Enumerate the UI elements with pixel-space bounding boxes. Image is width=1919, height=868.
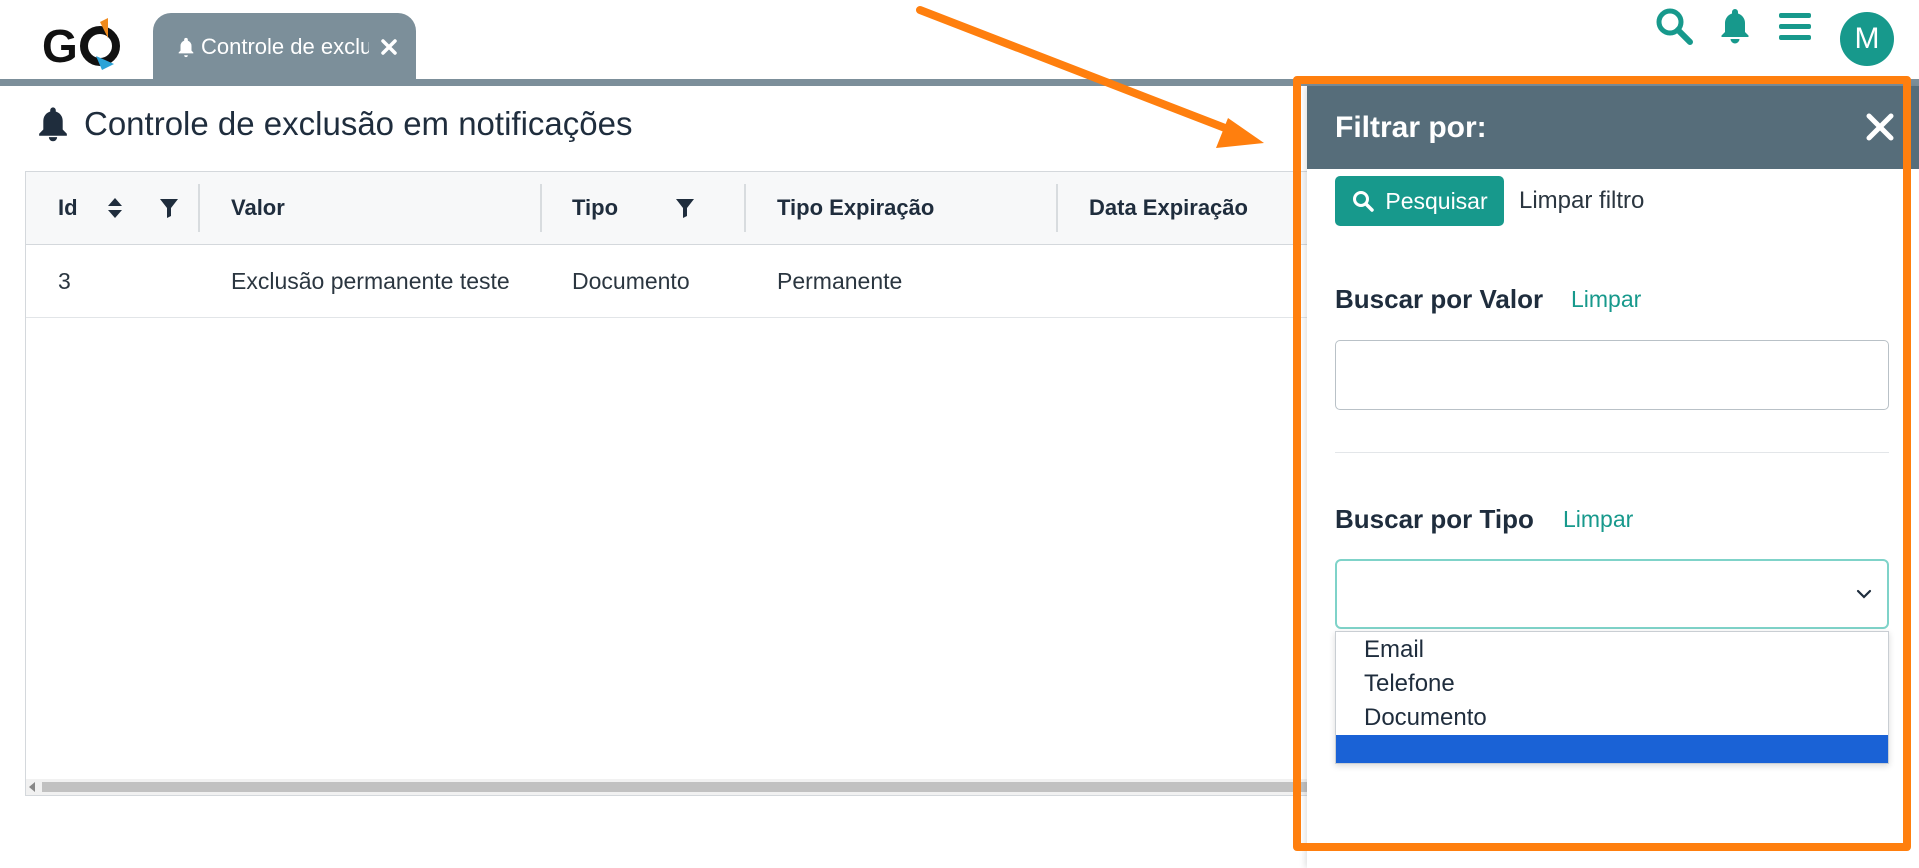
search-button[interactable]: Pesquisar	[1335, 176, 1504, 226]
column-header-tipo[interactable]: Tipo	[572, 172, 618, 244]
menu-icon[interactable]	[1775, 6, 1815, 46]
top-bar-divider	[0, 79, 1919, 86]
cell-id: 3	[58, 267, 71, 294]
column-separator[interactable]	[744, 184, 746, 232]
page-title: Controle de exclusão em notificações	[36, 100, 632, 148]
column-header-data-expiracao[interactable]: Data Expiração	[1089, 172, 1248, 244]
filter-panel: Filtrar por: Pesquisar Limpar filtro Bus…	[1307, 86, 1919, 868]
bell-icon[interactable]	[1715, 6, 1755, 46]
cell-tipo: Documento	[572, 267, 690, 294]
section-divider	[1335, 452, 1889, 453]
option-documento[interactable]: Documento	[1336, 701, 1888, 735]
bell-icon	[178, 37, 194, 57]
search-button-label: Pesquisar	[1385, 187, 1488, 214]
tipo-dropdown-list: Email Telefone Documento	[1335, 631, 1889, 764]
option-email[interactable]: Email	[1336, 633, 1888, 667]
filter-icon[interactable]	[674, 196, 696, 220]
bell-icon	[39, 107, 67, 142]
exclusion-grid: Id Valor Tipo Tipo Expiração Data Expira…	[25, 171, 1345, 796]
filter-panel-title: Filtrar por:	[1335, 110, 1487, 144]
scroll-left-icon[interactable]	[29, 782, 35, 792]
option-telefone[interactable]: Telefone	[1336, 667, 1888, 701]
user-avatar[interactable]: M	[1840, 12, 1894, 66]
tipo-filter-label: Buscar por Tipo	[1335, 504, 1534, 534]
filter-panel-header: Filtrar por:	[1307, 86, 1919, 169]
clear-filter-link[interactable]: Limpar filtro	[1519, 176, 1644, 226]
sort-icon[interactable]	[104, 196, 126, 220]
search-icon	[1353, 191, 1375, 212]
scrollbar-thumb[interactable]	[42, 782, 1342, 792]
cell-valor: Exclusão permanente teste	[231, 267, 510, 294]
column-separator[interactable]	[198, 184, 200, 232]
svg-text:G: G	[42, 20, 78, 72]
tipo-select[interactable]	[1335, 559, 1889, 629]
search-icon[interactable]	[1654, 6, 1694, 46]
cell-tipo-expiracao: Permanente	[777, 267, 903, 294]
clear-tipo-link[interactable]: Limpar	[1563, 506, 1633, 533]
valor-input[interactable]	[1335, 340, 1889, 410]
grid-header: Id Valor Tipo Tipo Expiração Data Expira…	[26, 172, 1344, 245]
option-empty[interactable]	[1336, 735, 1888, 763]
column-separator[interactable]	[1056, 184, 1058, 232]
close-icon[interactable]	[1863, 110, 1897, 144]
column-header-valor[interactable]: Valor	[231, 172, 285, 244]
tab-controle-exclusao[interactable]: Controle de exclusão em notificações	[153, 13, 416, 80]
column-separator[interactable]	[540, 184, 542, 232]
column-header-id[interactable]: Id	[58, 172, 78, 244]
close-tab-icon[interactable]	[379, 37, 399, 57]
clear-valor-link[interactable]: Limpar	[1571, 286, 1641, 313]
tab-label: Controle de exclusão em notificações	[201, 33, 369, 59]
filter-icon[interactable]	[158, 196, 180, 220]
table-row[interactable]: 3 Exclusão permanente teste Documento Pe…	[26, 245, 1344, 318]
top-bar: G Controle de exclusão em notificações M	[0, 0, 1919, 80]
valor-filter-label: Buscar por Valor	[1335, 284, 1544, 314]
column-header-tipo-expiracao[interactable]: Tipo Expiração	[777, 172, 934, 244]
go-logo: G	[42, 18, 120, 72]
horizontal-scrollbar[interactable]	[26, 779, 1344, 795]
chevron-down-icon	[1856, 589, 1872, 599]
page-title-text: Controle de exclusão em notificações	[84, 105, 633, 142]
